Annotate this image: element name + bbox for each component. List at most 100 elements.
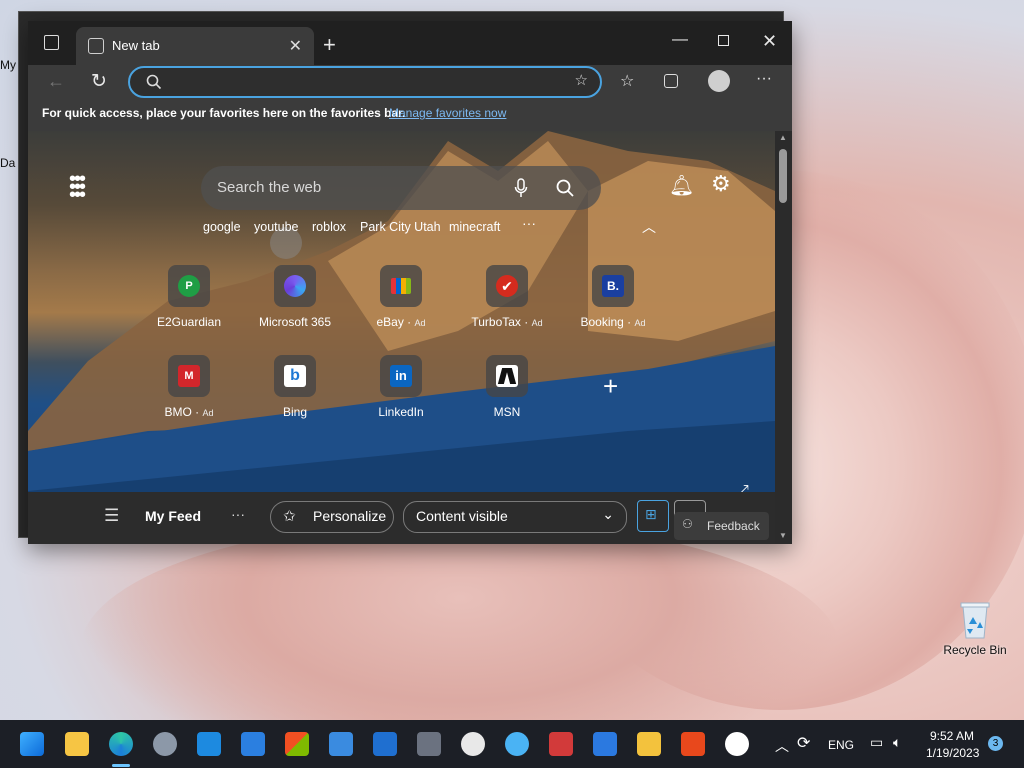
ad-badge: Ad (414, 318, 426, 328)
address-bar[interactable]: ☆ (128, 66, 602, 98)
web-search-icon[interactable] (556, 179, 574, 197)
refresh-icon[interactable]: ↻ (91, 70, 107, 93)
start-windows-icon[interactable] (20, 732, 44, 756)
tile-booking[interactable]: B. Booking · Ad (563, 265, 663, 329)
close-window-icon[interactable]: ✕ (762, 31, 777, 52)
collections-icon[interactable] (664, 74, 678, 88)
profile-avatar-icon[interactable] (708, 70, 730, 92)
manage-favorites-link[interactable]: Manage favorites now (389, 106, 506, 120)
sync-status-icon[interactable]: ⟳ (797, 733, 810, 753)
personalize-button[interactable]: ✩ Personalize (270, 501, 394, 533)
tile-label: Bing (282, 405, 308, 419)
favorites-bar: For quick access, place your favorites h… (28, 103, 792, 131)
quick-link-minecraft[interactable]: minecraft (449, 220, 500, 234)
linkedin-icon: in (380, 355, 422, 397)
quick-link-youtube[interactable]: youtube (254, 220, 298, 234)
tab-actions-icon[interactable] (44, 35, 59, 50)
file-explorer-icon[interactable] (65, 732, 89, 756)
content-visibility-value: Content visible (416, 508, 508, 524)
edge-browser-icon[interactable] (109, 732, 133, 756)
toolbar: ← ↻ ☆ ☆ ··· (28, 65, 792, 103)
bmo-icon: M (168, 355, 210, 397)
grid-view-button[interactable]: ⊞ (637, 500, 669, 532)
input-language[interactable]: ENG (828, 738, 854, 752)
microsoft-365-icon (274, 265, 316, 307)
notification-count-badge[interactable]: 3 (988, 736, 1003, 751)
tray-overflow-chevron-icon[interactable]: ︿ (775, 736, 789, 756)
volume-icon[interactable]: 🔈︎ (893, 734, 901, 751)
tab-new-tab[interactable]: New tab ✕ (76, 27, 314, 65)
new-tab-plus-icon[interactable]: + (323, 32, 336, 58)
new-tab-page: ••• ••• ••• Search the web 🔔︎ ⚙ google you… (28, 131, 775, 544)
microphone-icon[interactable] (514, 178, 528, 198)
tile-msn[interactable]: MSN (457, 355, 557, 419)
ad-badge: Ad (202, 408, 214, 418)
network-icon[interactable]: ▭ (870, 734, 883, 751)
content-visibility-select[interactable]: Content visible ⌄ (403, 501, 627, 533)
add-favorite-star-icon[interactable]: ☆ (575, 71, 588, 89)
quick-link-google[interactable]: google (203, 220, 241, 234)
scrollbar-thumb[interactable] (779, 149, 787, 203)
grid-view-icon: ⊞ (645, 506, 657, 522)
page-scrollbar[interactable]: ▲ ▼ (775, 131, 792, 544)
recycle-bin[interactable]: Recycle Bin (940, 598, 1010, 657)
chevron-down-icon: ⌄ (602, 506, 614, 522)
calendar-icon[interactable] (241, 732, 265, 756)
feedback-button[interactable]: ⚇ Feedback (674, 512, 769, 540)
folder-user-icon[interactable] (637, 732, 661, 756)
microsoft-store-icon[interactable] (285, 732, 309, 756)
news-icon[interactable] (549, 732, 573, 756)
desktop-icon-label-1[interactable]: My (0, 58, 16, 72)
tile-linkedin[interactable]: in LinkedIn (351, 355, 451, 419)
xbox-icon[interactable] (725, 732, 749, 756)
tab-close-icon[interactable]: ✕ (289, 36, 302, 56)
settings-gear-icon[interactable] (153, 732, 177, 756)
scroll-down-arrow-icon[interactable]: ▼ (779, 531, 787, 540)
feedback-icon: ⚇ (682, 517, 693, 531)
mail-icon[interactable] (197, 732, 221, 756)
desktop-icon-label-2[interactable]: Da (0, 156, 15, 170)
quick-link-park-city-utah[interactable]: Park City Utah (360, 220, 441, 234)
tile-ebay[interactable]: eBay · Ad (351, 265, 451, 329)
address-input[interactable] (170, 71, 554, 93)
collapse-chevron-up-icon[interactable]: ︿ (642, 217, 656, 237)
feedback-label: Feedback (707, 519, 760, 533)
apps-grid-icon[interactable]: ••• ••• ••• (69, 169, 86, 205)
add-shortcut-plus-icon[interactable]: + (603, 371, 618, 402)
scroll-up-arrow-icon[interactable]: ▲ (779, 133, 787, 142)
photos-icon[interactable] (329, 732, 353, 756)
tile-microsoft-365[interactable]: Microsoft 365 (245, 265, 345, 329)
quick-links-more-icon[interactable]: ··· (522, 215, 536, 231)
tile-turbotax[interactable]: ✔ TurboTax · Ad (457, 265, 557, 329)
web-search-placeholder: Search the web (217, 179, 322, 196)
clock-time[interactable]: 9:52 AM (930, 729, 974, 743)
feed-more-icon[interactable]: ··· (231, 506, 245, 522)
notification-bell-icon[interactable]: 🔔︎ (669, 173, 694, 198)
movies-tv-icon[interactable] (373, 732, 397, 756)
calculator-icon[interactable] (417, 732, 441, 756)
web-search-box[interactable]: Search the web (201, 166, 601, 210)
tips-lightbulb-icon[interactable] (505, 732, 529, 756)
favorites-icon[interactable]: ☆ (620, 71, 634, 91)
settings-more-icon[interactable]: ··· (756, 70, 772, 88)
ad-badge: Ad (531, 318, 543, 328)
msn-butterfly-icon (486, 355, 528, 397)
clock-date[interactable]: 1/19/2023 (926, 746, 979, 760)
office-icon[interactable] (681, 732, 705, 756)
back-arrow-icon[interactable]: ← (47, 71, 65, 92)
page-settings-gear-icon[interactable]: ⚙ (711, 171, 731, 197)
tile-bmo[interactable]: M BMO · Ad (139, 355, 239, 419)
maximize-icon[interactable] (718, 35, 729, 46)
quick-link-roblox[interactable]: roblox (312, 220, 346, 234)
tile-bing[interactable]: b Bing (245, 355, 345, 419)
tile-label: BMO (164, 405, 192, 419)
e2guardian-icon: P (168, 265, 210, 307)
my-feed-title[interactable]: My Feed (145, 508, 201, 524)
feed-menu-hamburger-icon[interactable]: ☰ (104, 506, 119, 526)
bing-glyph: b (284, 365, 306, 387)
clock-icon[interactable] (461, 732, 485, 756)
tile-e2guardian[interactable]: P E2Guardian (139, 265, 239, 329)
to-do-check-icon[interactable] (593, 732, 617, 756)
minimize-icon[interactable]: — (672, 31, 688, 49)
tile-label: LinkedIn (378, 405, 424, 419)
